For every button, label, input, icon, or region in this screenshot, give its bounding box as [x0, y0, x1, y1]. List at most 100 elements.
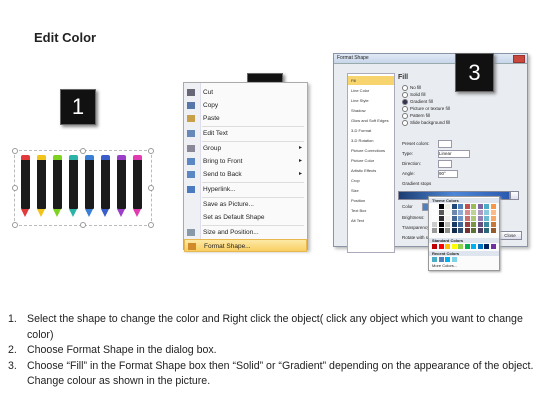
crayon-shape[interactable] [53, 155, 62, 217]
color-swatch[interactable] [451, 244, 457, 249]
close-icon[interactable] [513, 55, 525, 63]
direction-dropdown[interactable] [438, 160, 452, 168]
color-swatch[interactable] [464, 244, 470, 249]
color-swatch[interactable] [471, 244, 476, 249]
fill-option-radio[interactable]: Solid fill [402, 92, 426, 98]
category-item[interactable]: Line Style [348, 96, 394, 105]
color-swatch[interactable] [432, 244, 437, 249]
category-item[interactable]: Fill [348, 76, 394, 85]
color-swatch[interactable] [484, 244, 489, 249]
color-swatch[interactable] [471, 210, 476, 215]
color-swatch[interactable] [445, 216, 450, 221]
color-swatch[interactable] [432, 228, 437, 233]
category-item[interactable]: Crop [348, 176, 394, 185]
color-swatch[interactable] [451, 228, 457, 233]
color-swatch[interactable] [484, 210, 489, 215]
color-swatch[interactable] [484, 216, 489, 221]
color-swatch[interactable] [477, 216, 483, 221]
color-swatch[interactable] [484, 228, 489, 233]
selection-handle[interactable] [148, 148, 154, 154]
menu-item-set-as-default-shape[interactable]: Set as Default Shape [184, 211, 307, 224]
menu-item-bring-to-front[interactable]: Bring to Front ▸ [184, 155, 307, 168]
color-swatch[interactable] [432, 216, 437, 221]
color-swatch[interactable] [451, 257, 457, 262]
menu-item-group[interactable]: Group ▸ [184, 142, 307, 155]
color-swatch[interactable] [432, 222, 437, 227]
menu-item-paste[interactable]: Paste [184, 112, 307, 125]
more-colors-link[interactable]: More Colors... [432, 263, 457, 268]
color-swatch[interactable] [477, 228, 483, 233]
selection-handle[interactable] [80, 222, 86, 228]
fill-option-radio[interactable]: Gradient fill [402, 99, 433, 105]
color-swatch[interactable] [477, 244, 483, 249]
color-swatch[interactable] [438, 210, 444, 215]
color-swatch[interactable] [438, 228, 444, 233]
color-swatch[interactable] [438, 204, 444, 209]
color-swatch[interactable] [445, 204, 450, 209]
color-swatch[interactable] [490, 204, 496, 209]
color-swatch[interactable] [458, 228, 463, 233]
color-swatch[interactable] [445, 228, 450, 233]
selection-handle[interactable] [12, 185, 18, 191]
selection-handle[interactable] [148, 185, 154, 191]
color-swatch[interactable] [477, 222, 483, 227]
color-swatch[interactable] [458, 210, 463, 215]
color-swatch[interactable] [477, 204, 483, 209]
crayon-shape-group[interactable] [12, 148, 154, 228]
color-swatch[interactable] [490, 210, 496, 215]
color-swatch[interactable] [458, 204, 463, 209]
color-swatch[interactable] [451, 216, 457, 221]
category-item[interactable]: Text Box [348, 206, 394, 215]
color-swatch[interactable] [464, 216, 470, 221]
menu-item-format-shape[interactable]: Format Shape... [184, 239, 307, 252]
category-item[interactable]: Picture Color [348, 156, 394, 165]
color-swatch[interactable] [471, 216, 476, 221]
color-swatch[interactable] [471, 228, 476, 233]
close-button[interactable]: Close [498, 231, 522, 240]
category-item[interactable]: Alt Text [348, 216, 394, 225]
color-swatch[interactable] [458, 244, 463, 249]
color-swatch[interactable] [484, 204, 489, 209]
crayon-shape[interactable] [85, 155, 94, 217]
color-swatch[interactable] [477, 210, 483, 215]
fill-option-radio[interactable]: No fill [402, 85, 421, 91]
color-swatch[interactable] [451, 222, 457, 227]
color-swatch[interactable] [445, 222, 450, 227]
menu-item-send-to-back[interactable]: Send to Back ▸ [184, 168, 307, 181]
crayon-shape[interactable] [37, 155, 46, 217]
crayon-shape[interactable] [69, 155, 78, 217]
category-item[interactable]: Glow and Soft Edges [348, 116, 394, 125]
crayon-shape[interactable] [21, 155, 30, 217]
preset-colors-dropdown[interactable] [438, 140, 452, 148]
selection-handle[interactable] [12, 222, 18, 228]
color-swatch[interactable] [451, 210, 457, 215]
color-swatch[interactable] [445, 257, 450, 262]
menu-item-hyperlink[interactable]: Hyperlink... [184, 183, 307, 196]
add-stop-icon[interactable] [510, 191, 519, 200]
color-swatch[interactable] [484, 222, 489, 227]
fill-option-radio[interactable]: Pattern fill [402, 113, 430, 119]
fill-option-radio[interactable]: Picture or texture fill [402, 106, 450, 112]
menu-item-save-as-picture[interactable]: Save as Picture... [184, 198, 307, 211]
category-item[interactable]: Artistic Effects [348, 166, 394, 175]
category-item[interactable]: Size [348, 186, 394, 195]
fill-option-radio[interactable]: Slide background fill [402, 120, 450, 126]
category-item[interactable]: 3-D Format [348, 126, 394, 135]
angle-spinner[interactable]: 90° [438, 170, 458, 178]
category-item[interactable]: Shadow [348, 106, 394, 115]
color-swatch[interactable] [438, 257, 444, 262]
color-swatch[interactable] [451, 204, 457, 209]
category-item[interactable]: 3-D Rotation [348, 136, 394, 145]
selection-handle[interactable] [148, 222, 154, 228]
color-swatch[interactable] [438, 222, 444, 227]
color-swatch[interactable] [432, 257, 437, 262]
color-swatch[interactable] [490, 244, 496, 249]
color-swatch[interactable] [464, 204, 470, 209]
color-swatch[interactable] [458, 216, 463, 221]
selection-handle[interactable] [80, 148, 86, 154]
color-swatch[interactable] [432, 210, 437, 215]
menu-item-edit-text[interactable]: Edit Text [184, 127, 307, 140]
category-item[interactable]: Line Color [348, 86, 394, 95]
crayon-shape[interactable] [133, 155, 142, 217]
color-swatch[interactable] [490, 222, 496, 227]
